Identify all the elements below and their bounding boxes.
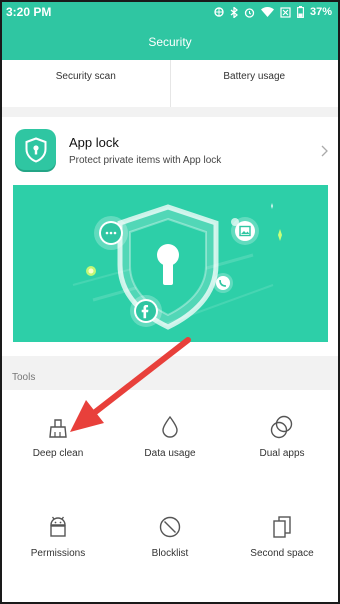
app-bar: Security	[0, 24, 340, 60]
second-space-icon	[271, 514, 293, 540]
battery-icon	[297, 6, 304, 18]
chevron-right-icon	[321, 144, 328, 162]
tool-permissions[interactable]: Permissions	[2, 490, 114, 580]
page-title: Security	[148, 35, 192, 49]
app-lock-card[interactable]: App lock Protect private items with App …	[2, 117, 338, 356]
security-scan-label: Security scan	[55, 71, 116, 82]
android-icon	[47, 514, 69, 540]
app-lock-banner	[13, 185, 328, 342]
battery-usage-tile[interactable]: Battery usage	[171, 60, 339, 107]
tool-blocklist[interactable]: Blocklist	[114, 490, 226, 580]
vpn-icon	[214, 7, 224, 17]
app-lock-title: App lock	[69, 135, 119, 150]
wifi-icon	[260, 7, 274, 17]
drop-icon	[160, 414, 180, 440]
tool-label: Dual apps	[259, 448, 305, 459]
tool-label: Data usage	[144, 448, 196, 459]
app-lock-subtitle: Protect private items with App lock	[69, 155, 222, 166]
tool-deep-clean[interactable]: Deep clean	[2, 390, 114, 480]
security-scan-tile[interactable]: Security scan	[2, 60, 171, 107]
top-tiles: Security scan Battery usage	[2, 60, 338, 107]
tool-label: Deep clean	[32, 448, 84, 459]
no-sim-icon	[280, 6, 291, 18]
tools-grid: Deep clean Data usage Dual apps Permissi…	[2, 390, 338, 604]
broom-icon	[46, 414, 70, 440]
tool-label: Blocklist	[151, 548, 189, 559]
alarm-icon	[244, 7, 255, 18]
tool-second-space[interactable]: Second space	[226, 490, 338, 580]
tool-label: Permissions	[30, 548, 86, 559]
status-time: 3:20 PM	[6, 5, 52, 19]
status-bar: 3:20 PM 37%	[0, 0, 340, 24]
block-icon	[158, 514, 182, 540]
dual-circles-icon	[269, 414, 295, 440]
tool-label: Second space	[250, 548, 314, 559]
app-lock-illustration	[72, 203, 282, 330]
app-lock-shield-icon	[15, 129, 56, 170]
battery-usage-label: Battery usage	[223, 71, 286, 82]
battery-percent: 37%	[309, 6, 332, 18]
tool-data-usage[interactable]: Data usage	[114, 390, 226, 480]
tool-dual-apps[interactable]: Dual apps	[226, 390, 338, 480]
bluetooth-icon	[230, 6, 238, 18]
tools-section-label: Tools	[12, 372, 36, 383]
